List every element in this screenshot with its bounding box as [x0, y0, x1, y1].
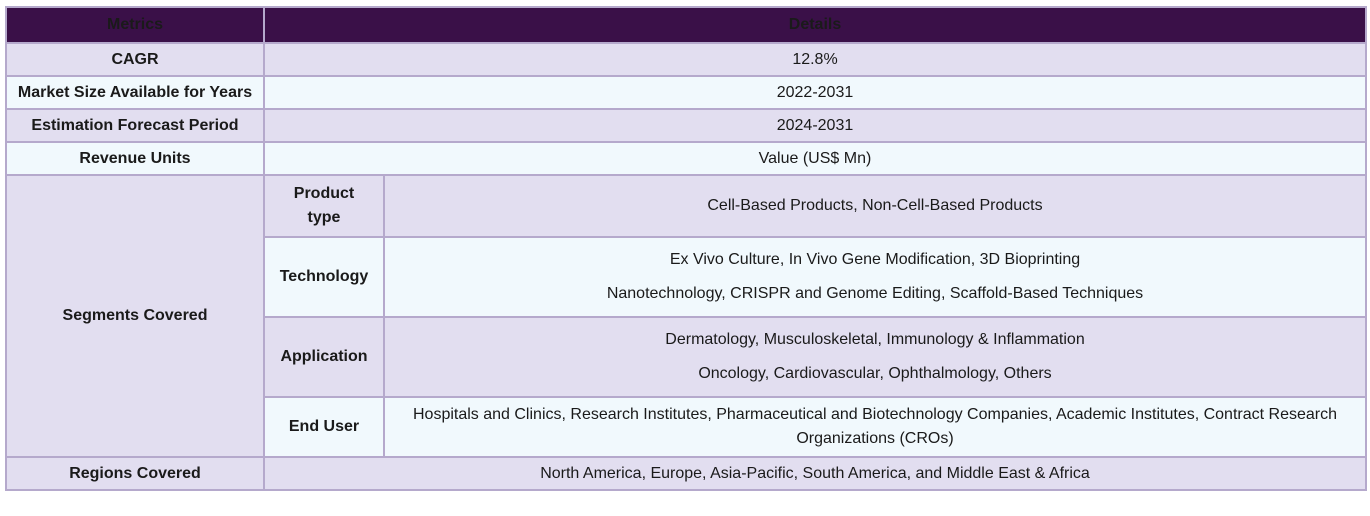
row-revenue: Revenue Units Value (US$ Mn)	[5, 141, 1367, 176]
report-table: Metrics Details CAGR 12.8% Market Size A…	[5, 6, 1367, 491]
technology-value: Ex Vivo Culture, In Vivo Gene Modificati…	[383, 236, 1367, 318]
application-line2: Oncology, Cardiovascular, Ophthalmology,…	[698, 365, 1052, 382]
product-type-value: Cell-Based Products, Non-Cell-Based Prod…	[383, 174, 1367, 238]
market-size-label: Market Size Available for Years	[5, 75, 265, 110]
technology-line2: Nanotechnology, CRISPR and Genome Editin…	[606, 285, 1144, 302]
cagr-value: 12.8%	[263, 42, 1367, 77]
technology-label: Technology	[263, 236, 385, 318]
application-line1: Dermatology, Musculoskeletal, Immunology…	[665, 331, 1085, 348]
row-regions: Regions Covered North America, Europe, A…	[5, 456, 1367, 491]
product-type-label-line1: Product	[293, 185, 355, 202]
forecast-label: Estimation Forecast Period	[5, 108, 265, 143]
end-user-value: Hospitals and Clinics, Research Institut…	[383, 396, 1367, 458]
product-type-label: Product type	[263, 174, 385, 238]
market-size-value: 2022-2031	[263, 75, 1367, 110]
application-value: Dermatology, Musculoskeletal, Immunology…	[383, 316, 1367, 398]
technology-line1: Ex Vivo Culture, In Vivo Gene Modificati…	[669, 251, 1081, 268]
segments-label: Segments Covered	[5, 174, 265, 458]
header-details: Details	[263, 6, 1367, 44]
row-market-size: Market Size Available for Years 2022-203…	[5, 75, 1367, 110]
application-label: Application	[263, 316, 385, 398]
row-forecast: Estimation Forecast Period 2024-2031	[5, 108, 1367, 143]
revenue-value: Value (US$ Mn)	[263, 141, 1367, 176]
product-type-label-line2: type	[307, 209, 341, 226]
end-user-label: End User	[263, 396, 385, 458]
regions-label: Regions Covered	[5, 456, 265, 491]
forecast-value: 2024-2031	[263, 108, 1367, 143]
header-row: Metrics Details	[5, 6, 1367, 44]
regions-value: North America, Europe, Asia-Pacific, Sou…	[263, 456, 1367, 491]
row-product-type: Segments Covered Product type Cell-Based…	[5, 174, 1367, 458]
end-user-line2: Organizations (CROs)	[796, 430, 954, 447]
revenue-label: Revenue Units	[5, 141, 265, 176]
cagr-label: CAGR	[5, 42, 265, 77]
header-metrics: Metrics	[5, 6, 265, 44]
row-cagr: CAGR 12.8%	[5, 42, 1367, 77]
end-user-line1: Hospitals and Clinics, Research Institut…	[412, 406, 1337, 423]
